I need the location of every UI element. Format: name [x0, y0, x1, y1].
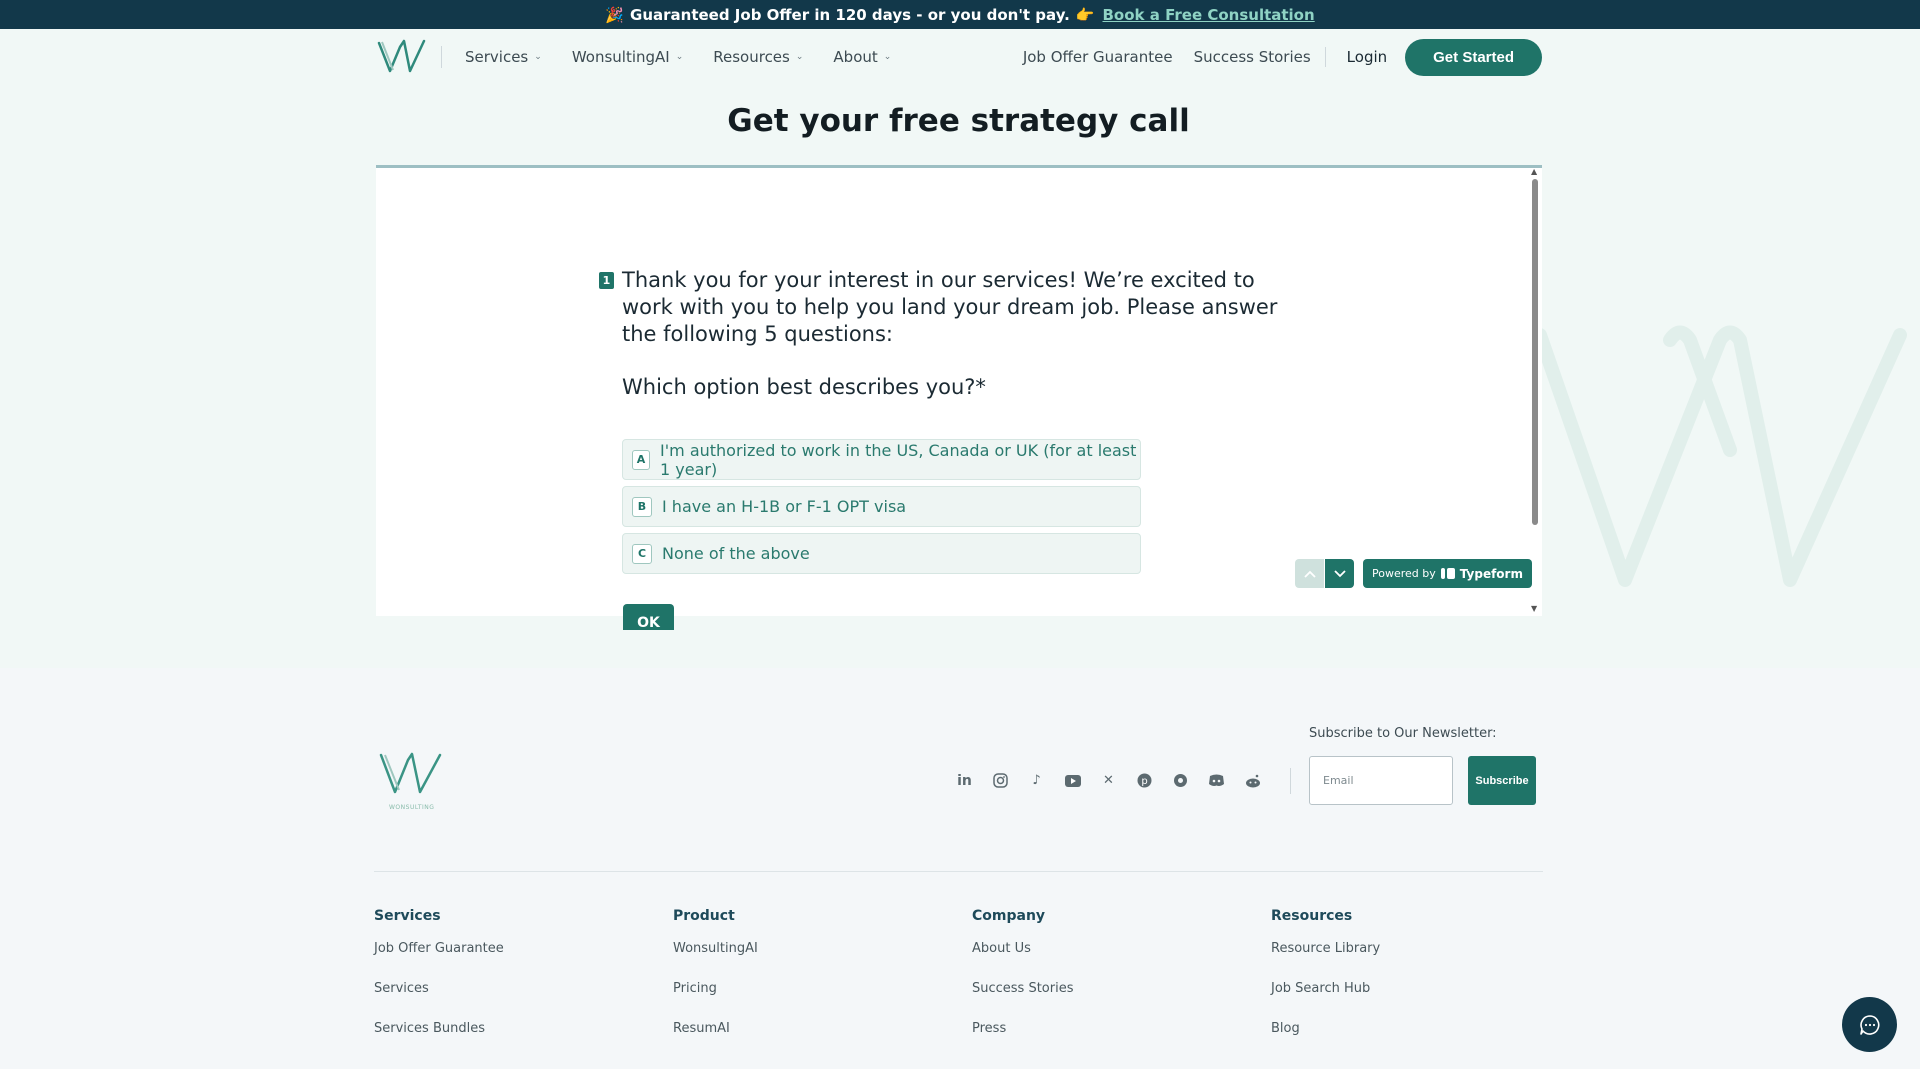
chevron-down-icon: ⌄ — [795, 52, 804, 62]
footer-column-title: Product — [673, 908, 735, 924]
nav-wonsultingai[interactable]: WonsultingAI ⌄ — [572, 48, 683, 66]
footer-divider-vertical — [1290, 768, 1291, 794]
page-title: Get your free strategy call — [727, 103, 1190, 139]
site-header: Services ⌄ WonsultingAI ⌄ Resources ⌄ Ab… — [0, 29, 1920, 85]
chevron-down-icon — [1333, 569, 1346, 577]
option-key: C — [632, 543, 652, 564]
main-nav: Services ⌄ WonsultingAI ⌄ Resources ⌄ Ab… — [465, 29, 891, 85]
login-link[interactable]: Login — [1347, 48, 1387, 66]
typeform-brand: Typeform — [1459, 566, 1523, 581]
tiktok-icon[interactable]: ♪ — [1027, 771, 1046, 790]
linkedin-icon[interactable]: in — [955, 771, 974, 790]
chevron-down-icon: ⌄ — [534, 52, 542, 62]
newsletter-label: Subscribe to Our Newsletter: — [1309, 726, 1497, 741]
x-icon[interactable]: ✕ — [1099, 771, 1118, 790]
reddit-icon[interactable] — [1243, 771, 1262, 790]
footer-link[interactable]: Job Offer Guarantee — [374, 941, 504, 981]
pointing-hand-icon: 👉 — [1075, 5, 1095, 24]
footer-link[interactable]: About Us — [972, 941, 1074, 981]
threads-icon[interactable] — [1171, 771, 1190, 790]
pinterest-icon[interactable]: p — [1135, 771, 1154, 790]
question-text: Which option best describes you?* — [622, 375, 986, 399]
next-question-button[interactable] — [1325, 559, 1354, 588]
youtube-icon[interactable] — [1063, 771, 1082, 790]
logo-divider — [441, 46, 442, 68]
powered-by-typeform-badge[interactable]: Powered by Typeform — [1363, 559, 1532, 588]
option-label: I'm authorized to work in the US, Canada… — [660, 440, 1137, 479]
question-intro: Thank you for your interest in our servi… — [622, 268, 1278, 346]
nav-resources-label: Resources — [713, 48, 790, 66]
newsletter-email-input[interactable] — [1309, 756, 1453, 805]
footer-column-resources: Resources Resource Library Job Search Hu… — [1271, 908, 1380, 1061]
nav-resources[interactable]: Resources ⌄ — [713, 48, 803, 66]
subscribe-button[interactable]: Subscribe — [1468, 756, 1536, 805]
answer-options: A I'm authorized to work in the US, Cana… — [622, 439, 1141, 580]
question-number-badge: 1 — [599, 272, 614, 289]
nav-services-label: Services — [465, 48, 529, 66]
job-offer-guarantee-link[interactable]: Job Offer Guarantee — [1023, 48, 1173, 66]
footer-link[interactable]: WonsultingAI — [673, 941, 758, 981]
chat-icon — [1859, 1014, 1879, 1035]
footer-link[interactable]: Services — [374, 981, 504, 1021]
footer-logo-text: WONSULTING — [389, 804, 435, 811]
footer-column-title: Resources — [1271, 908, 1353, 924]
get-started-button[interactable]: Get Started — [1405, 38, 1542, 76]
scroll-up-icon[interactable]: ▲ — [1531, 167, 1537, 176]
footer-link[interactable]: Press — [972, 1021, 1074, 1061]
header-divider — [1324, 47, 1326, 67]
ok-button[interactable]: OK — [623, 604, 674, 631]
option-label: I have an H-1B or F-1 OPT visa — [662, 497, 907, 516]
footer-divider — [374, 871, 1543, 872]
footer-link[interactable]: Blog — [1271, 1021, 1380, 1061]
nav-about-label: About — [833, 48, 878, 66]
book-consultation-link[interactable]: Book a Free Consultation — [1103, 6, 1315, 24]
footer-link[interactable]: Services Bundles — [374, 1021, 504, 1061]
instagram-icon[interactable] — [991, 771, 1010, 790]
svg-text:p: p — [1141, 776, 1147, 787]
previous-question-button[interactable] — [1295, 559, 1324, 588]
footer-column-product: Product WonsultingAI Pricing ResumAI — [673, 908, 758, 1061]
announcement-text: Guaranteed Job Offer in 120 days - or yo… — [630, 5, 1070, 24]
party-icon: 🎉 — [605, 5, 625, 24]
chevron-down-icon: ⌄ — [883, 52, 892, 62]
option-c[interactable]: C None of the above — [622, 533, 1141, 574]
footer-link[interactable]: Resource Library — [1271, 941, 1380, 981]
nav-about[interactable]: About ⌄ — [833, 48, 891, 66]
scroll-thumb[interactable] — [1532, 179, 1538, 525]
nav-wonsultingai-label: WonsultingAI — [571, 48, 670, 66]
powered-by-label: Powered by — [1372, 567, 1436, 580]
site-footer: WONSULTING in ♪ ✕ p Subscribe to Our New… — [0, 668, 1920, 1069]
footer-logo[interactable] — [378, 750, 444, 798]
option-b[interactable]: B I have an H-1B or F-1 OPT visa — [622, 486, 1141, 527]
form-question: 1 Thank you for your interest in our ser… — [599, 267, 1302, 399]
option-label: None of the above — [662, 544, 810, 563]
typeform-logo-icon — [1440, 568, 1455, 579]
chevron-up-icon — [1303, 570, 1316, 578]
header-actions: Job Offer Guarantee Success Stories Logi… — [1002, 29, 1542, 85]
footer-link[interactable]: Pricing — [673, 981, 758, 1021]
footer-link[interactable]: Job Search Hub — [1271, 981, 1380, 1021]
announcement-bar: 🎉 Guaranteed Job Offer in 120 days - or … — [0, 0, 1920, 29]
footer-column-services: Services Job Offer Guarantee Services Se… — [374, 908, 504, 1061]
footer-column-title: Services — [374, 908, 441, 924]
success-stories-link[interactable]: Success Stories — [1194, 48, 1311, 66]
wonsulting-logo[interactable] — [376, 37, 428, 77]
embed-scrollbar[interactable]: ▲ ▼ — [1528, 167, 1542, 616]
social-links: in ♪ ✕ p — [955, 771, 1262, 790]
footer-link[interactable]: Success Stories — [972, 981, 1074, 1021]
footer-column-company: Company About Us Success Stories Press — [972, 908, 1074, 1061]
option-key: A — [632, 449, 651, 470]
footer-link[interactable]: ResumAI — [673, 1021, 758, 1061]
chat-widget-button[interactable] — [1842, 997, 1897, 1052]
chevron-down-icon: ⌄ — [675, 52, 684, 62]
option-a[interactable]: A I'm authorized to work in the US, Cana… — [622, 439, 1141, 480]
footer-column-title: Company — [972, 908, 1046, 924]
form-navigation — [1295, 559, 1354, 588]
discord-icon[interactable] — [1207, 771, 1226, 790]
nav-services[interactable]: Services ⌄ — [465, 48, 542, 66]
option-key: B — [632, 496, 652, 517]
scroll-down-icon[interactable]: ▼ — [1531, 604, 1537, 613]
background-logo-watermark — [1533, 325, 1907, 587]
